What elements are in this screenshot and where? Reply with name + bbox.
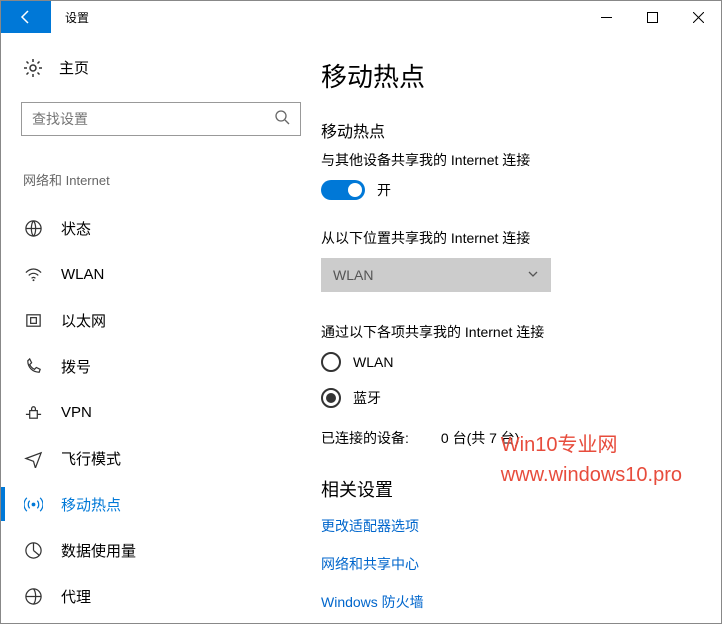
gear-icon: [23, 58, 43, 78]
ethernet-icon: [23, 311, 43, 330]
home-link[interactable]: 主页: [23, 57, 301, 78]
dropdown-value: WLAN: [333, 267, 373, 283]
radio-bluetooth[interactable]: 蓝牙: [321, 388, 721, 408]
sidebar-item-label: 代理: [61, 586, 91, 607]
radio-icon: [321, 388, 341, 408]
sidebar-item-label: 飞行模式: [61, 448, 121, 469]
back-button[interactable]: [1, 1, 51, 33]
sidebar-item-hotspot[interactable]: 移动热点: [21, 481, 301, 527]
vpn-icon: [23, 403, 43, 422]
sidebar-item-label: 拨号: [61, 356, 91, 377]
toggle-state-label: 开: [377, 180, 391, 200]
toggle-description: 与其他设备共享我的 Internet 连接: [321, 150, 721, 170]
sidebar-item-ethernet[interactable]: 以太网: [21, 297, 301, 343]
radio-label: WLAN: [353, 354, 393, 370]
hotspot-icon: [23, 495, 43, 514]
search-input[interactable]: [32, 111, 274, 127]
sidebar-item-proxy[interactable]: 代理: [21, 573, 301, 619]
page-title: 移动热点: [321, 57, 721, 94]
home-label: 主页: [59, 57, 89, 78]
sidebar-item-wlan[interactable]: WLAN: [21, 251, 301, 297]
chevron-down-icon: [527, 267, 539, 283]
wifi-icon: [23, 265, 43, 284]
sidebar-item-datausage[interactable]: 数据使用量: [21, 527, 301, 573]
category-label: 网络和 Internet: [23, 170, 301, 189]
minimize-button[interactable]: [583, 1, 629, 33]
sidebar-item-status[interactable]: 状态: [21, 205, 301, 251]
window-title: 设置: [51, 1, 583, 33]
sidebar-item-label: 以太网: [61, 310, 106, 331]
maximize-button[interactable]: [629, 1, 675, 33]
sidebar-item-label: 移动热点: [61, 494, 121, 515]
proxy-icon: [23, 587, 43, 606]
connected-devices-value: 0 台(共 7 台): [441, 428, 520, 448]
search-box[interactable]: [21, 102, 301, 136]
radio-label: 蓝牙: [353, 388, 381, 408]
link-firewall[interactable]: Windows 防火墙: [321, 592, 721, 612]
globe-icon: [23, 219, 43, 238]
toggle-section-title: 移动热点: [321, 118, 721, 142]
share-from-label: 从以下位置共享我的 Internet 连接: [321, 228, 721, 248]
close-button[interactable]: [675, 1, 721, 33]
share-from-dropdown[interactable]: WLAN: [321, 258, 551, 292]
radio-wlan[interactable]: WLAN: [321, 352, 721, 372]
link-adapter-options[interactable]: 更改适配器选项: [321, 516, 721, 536]
sidebar-item-airplane[interactable]: 飞行模式: [21, 435, 301, 481]
radio-icon: [321, 352, 341, 372]
phone-icon: [23, 357, 43, 376]
link-sharing-center[interactable]: 网络和共享中心: [321, 554, 721, 574]
related-settings-title: 相关设置: [321, 476, 721, 502]
sidebar-item-label: 数据使用量: [61, 540, 136, 561]
connected-devices-label: 已连接的设备:: [321, 428, 409, 448]
search-icon: [274, 109, 290, 130]
data-icon: [23, 541, 43, 560]
share-over-label: 通过以下各项共享我的 Internet 连接: [321, 322, 721, 342]
sidebar-item-label: 状态: [61, 218, 91, 239]
hotspot-toggle[interactable]: [321, 180, 365, 200]
sidebar-item-dialup[interactable]: 拨号: [21, 343, 301, 389]
airplane-icon: [23, 449, 43, 468]
sidebar-item-label: VPN: [61, 404, 92, 421]
sidebar-item-vpn[interactable]: VPN: [21, 389, 301, 435]
sidebar-item-label: WLAN: [61, 266, 104, 283]
